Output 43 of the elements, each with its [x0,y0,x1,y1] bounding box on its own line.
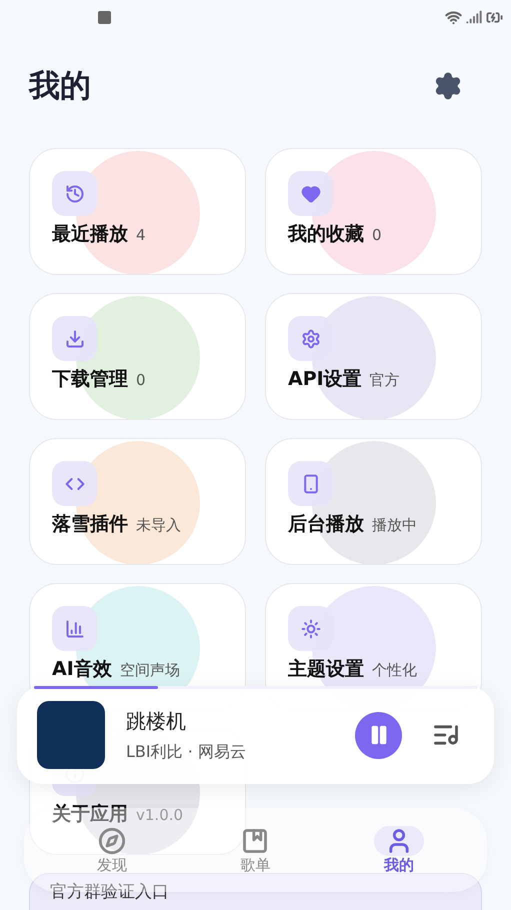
card-label: 主题设置 [288,658,364,682]
album-art-placeholder [37,701,105,769]
card-detail: v1.0.0 [136,806,184,825]
gear-icon [300,328,320,348]
card-detail: 官方 [370,371,400,390]
bar-chart-icon [64,618,84,638]
settings-icon [433,71,463,101]
nav-tab[interactable]: 我的 [359,826,440,873]
card-label: 关于应用 [52,803,128,827]
menu-card[interactable]: 后台播放 播放中 [265,438,482,565]
heart-icon [300,184,320,204]
page-title: 我的 [29,66,91,106]
compass-icon [98,827,126,855]
card-label: 下载管理 [52,368,128,392]
card-label: 我的收藏 [288,223,364,247]
menu-card[interactable]: API设置 官方 [265,293,482,420]
song-artist: LBI利比 · 网易云 [126,741,247,763]
menu-card[interactable]: 我的收藏 0 [265,148,482,275]
card-detail: 空间声场 [120,661,180,680]
card-detail: 4 [136,226,146,245]
menu-card[interactable]: 最近播放 4 [29,148,246,275]
card-label: 后台播放 [288,513,364,537]
card-detail: 未导入 [136,516,181,535]
card-detail: 0 [136,371,146,390]
notification-icon [98,10,111,24]
card-label: 最近播放 [52,223,128,247]
card-label: API设置 [288,368,362,392]
pause-button[interactable] [355,712,402,758]
sun-icon [300,618,320,638]
card-detail: 播放中 [372,516,417,535]
wifi-icon [445,8,462,26]
mini-player-toast[interactable]: 跳楼机 LBI利比 · 网易云 [17,686,494,784]
menu-card[interactable]: 下载管理 0 [29,293,246,420]
album-icon [241,827,270,855]
download-icon [64,328,84,348]
menu-card[interactable]: 落雪插件 未导入 [29,438,246,565]
card-label: AI音效 [52,658,112,682]
history-icon [64,184,84,204]
verify-label: 官方群验证入口 [50,881,169,904]
card-label: 落雪插件 [52,513,128,537]
card-detail: 0 [372,226,382,245]
signal-icon [466,9,482,25]
card-detail: 个性化 [372,661,417,680]
